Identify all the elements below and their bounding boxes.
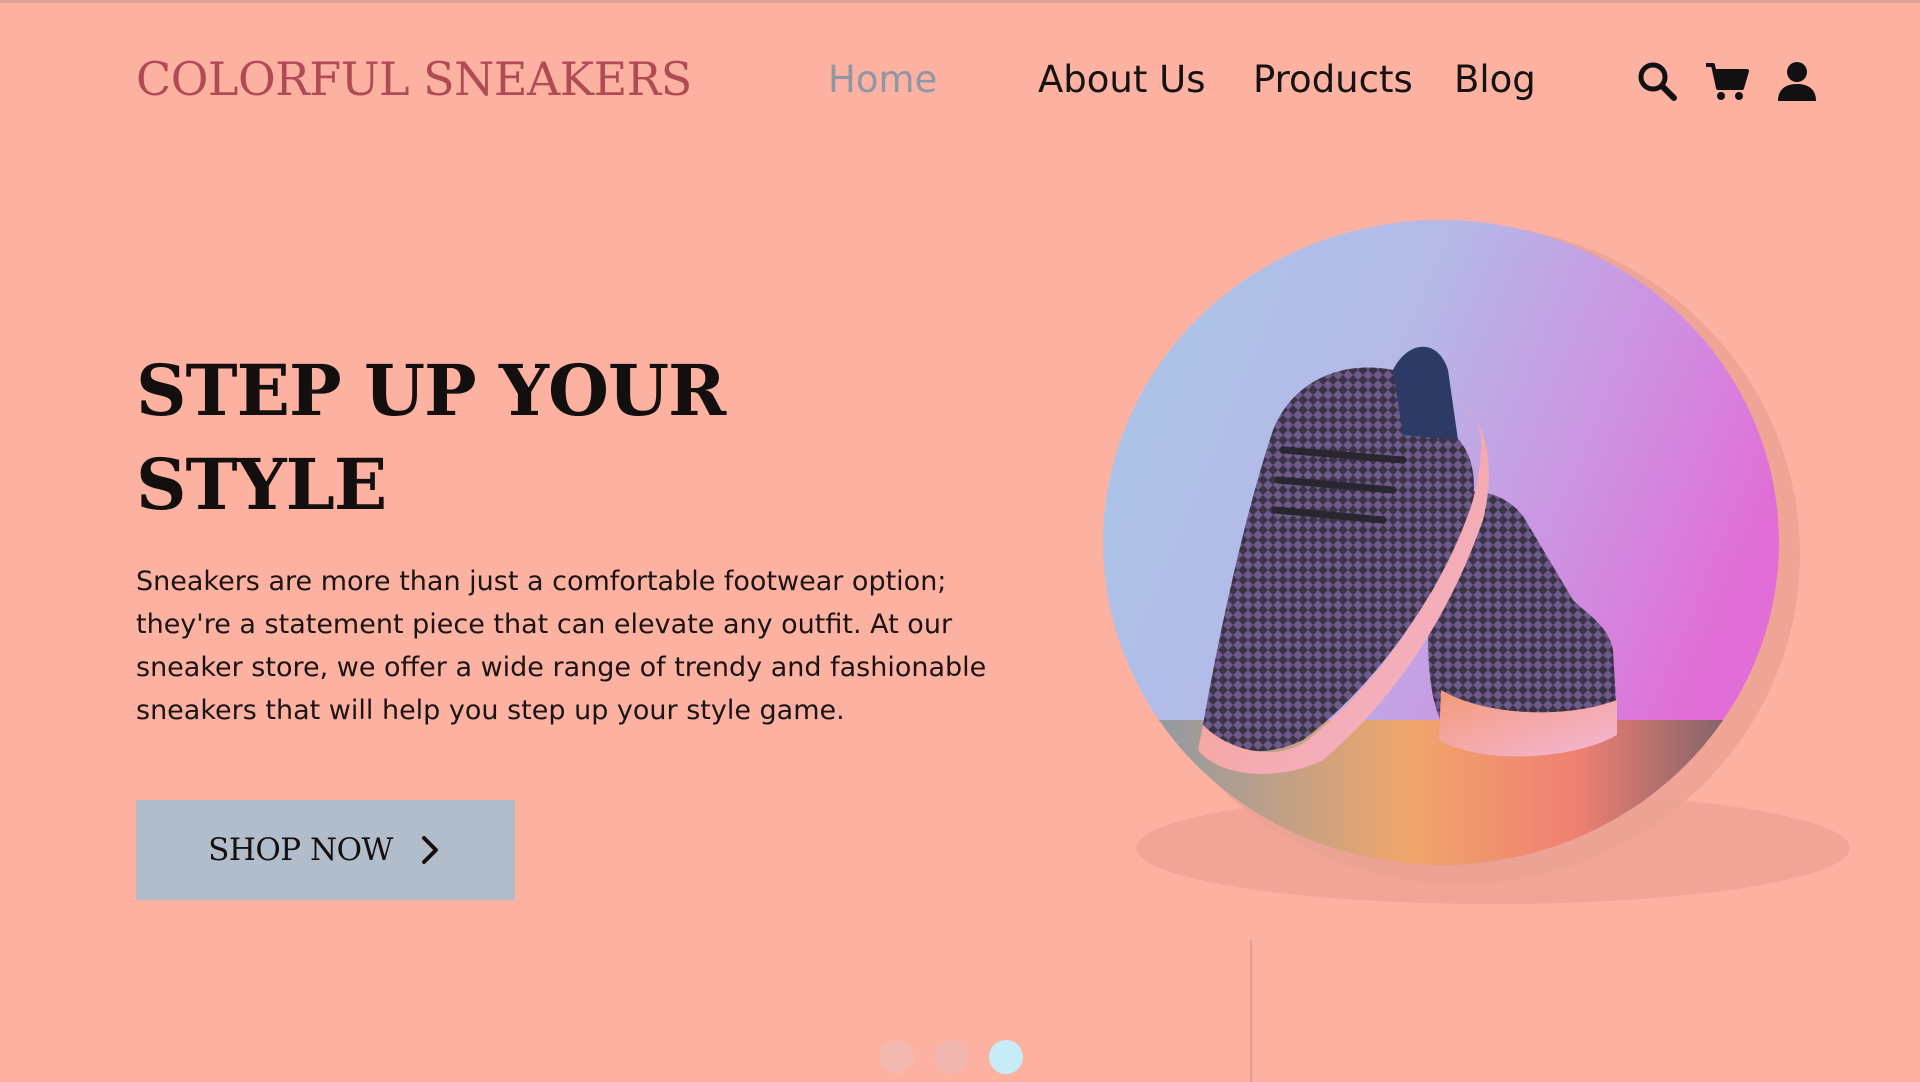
hero-description: Sneakers are more than just a comfortabl… — [136, 566, 987, 726]
site-logo[interactable]: COLORFUL SNEAKERS — [136, 52, 692, 106]
sneakers-photo — [1103, 220, 1779, 865]
hero-title-line-2: STYLE — [136, 443, 387, 526]
shop-now-label: SHOP NOW — [208, 832, 393, 868]
nav-home[interactable]: Home — [828, 58, 937, 108]
search-icon[interactable] — [1634, 58, 1680, 104]
carousel-dot-2[interactable] — [934, 1040, 968, 1074]
divider-line — [1250, 940, 1252, 1082]
hero-title-line-1: STEP UP YOUR — [136, 349, 726, 432]
nav-products[interactable]: Products — [1253, 58, 1413, 108]
nav-about-us[interactable]: About Us — [1038, 58, 1206, 108]
carousel-dot-1[interactable] — [880, 1040, 914, 1074]
cart-icon[interactable] — [1704, 58, 1750, 104]
carousel-dot-3-active[interactable] — [989, 1040, 1023, 1074]
shop-now-button[interactable]: SHOP NOW — [136, 800, 515, 900]
hero-title: STEP UP YOUR STYLE — [136, 344, 856, 532]
top-border — [0, 0, 1920, 3]
chevron-right-icon — [421, 836, 438, 864]
nav-blog[interactable]: Blog — [1454, 58, 1536, 108]
user-icon[interactable] — [1774, 58, 1820, 104]
